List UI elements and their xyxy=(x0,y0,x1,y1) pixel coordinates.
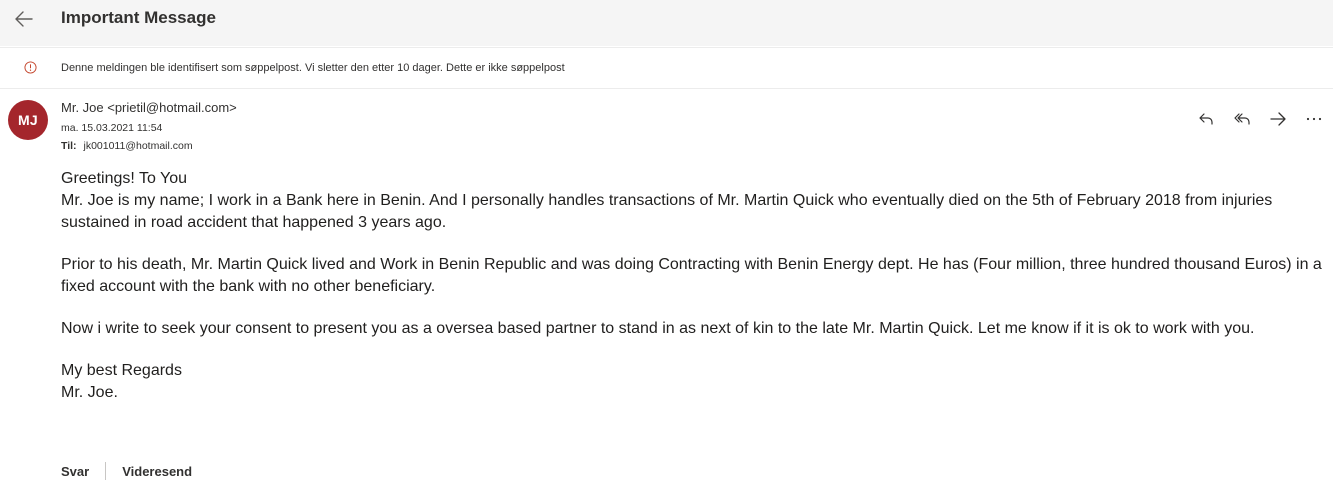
not-spam-link[interactable]: Dette er ikke søppelpost xyxy=(446,62,565,74)
reply-all-icon xyxy=(1234,113,1250,125)
closing: My best Regards xyxy=(61,362,182,379)
greeting: Greetings! To You xyxy=(61,170,188,187)
avatar[interactable]: MJ xyxy=(8,100,48,140)
spam-banner-text: Denne meldingen ble identifisert som søp… xyxy=(61,62,565,74)
signature: Mr. Joe. xyxy=(61,384,118,401)
body-paragraph-1: Mr. Joe is my name; I work in a Bank her… xyxy=(61,192,1273,231)
forward-icon xyxy=(1270,112,1286,126)
recipient[interactable]: jk001011@hotmail.com xyxy=(83,140,192,152)
more-icon xyxy=(1306,117,1322,121)
body-paragraph-3: Now i write to seek your consent to pres… xyxy=(61,320,1255,337)
reply-icon xyxy=(1199,113,1213,125)
reply-all-button[interactable] xyxy=(1230,108,1254,130)
message-subject: Important Message xyxy=(61,8,216,27)
to-label: Til: xyxy=(61,140,77,152)
footer-actions: Svar Videresend xyxy=(61,460,192,482)
message-actions xyxy=(1194,108,1326,130)
reply-footer-button[interactable]: Svar xyxy=(61,464,89,479)
arrow-left-icon xyxy=(15,11,33,27)
info-icon xyxy=(24,61,37,74)
spam-notice: Denne meldingen ble identifisert som søp… xyxy=(61,62,443,74)
body-paragraph-2: Prior to his death, Mr. Martin Quick liv… xyxy=(61,256,1322,295)
reply-button[interactable] xyxy=(1194,108,1218,130)
more-button[interactable] xyxy=(1302,108,1326,130)
message-body: Greetings! To You Mr. Joe is my name; I … xyxy=(61,168,1323,404)
forward-footer-button[interactable]: Videresend xyxy=(122,464,192,479)
divider xyxy=(105,462,107,480)
back-button[interactable] xyxy=(10,5,38,33)
message-header: Important Message xyxy=(0,0,1333,46)
sent-date: ma. 15.03.2021 11:54 xyxy=(61,122,163,134)
recipient-line: Til: jk001011@hotmail.com xyxy=(61,140,193,152)
forward-button[interactable] xyxy=(1266,108,1290,130)
sender[interactable]: Mr. Joe <prietil@hotmail.com> xyxy=(61,100,237,115)
spam-banner: Denne meldingen ble identifisert som søp… xyxy=(0,47,1333,89)
